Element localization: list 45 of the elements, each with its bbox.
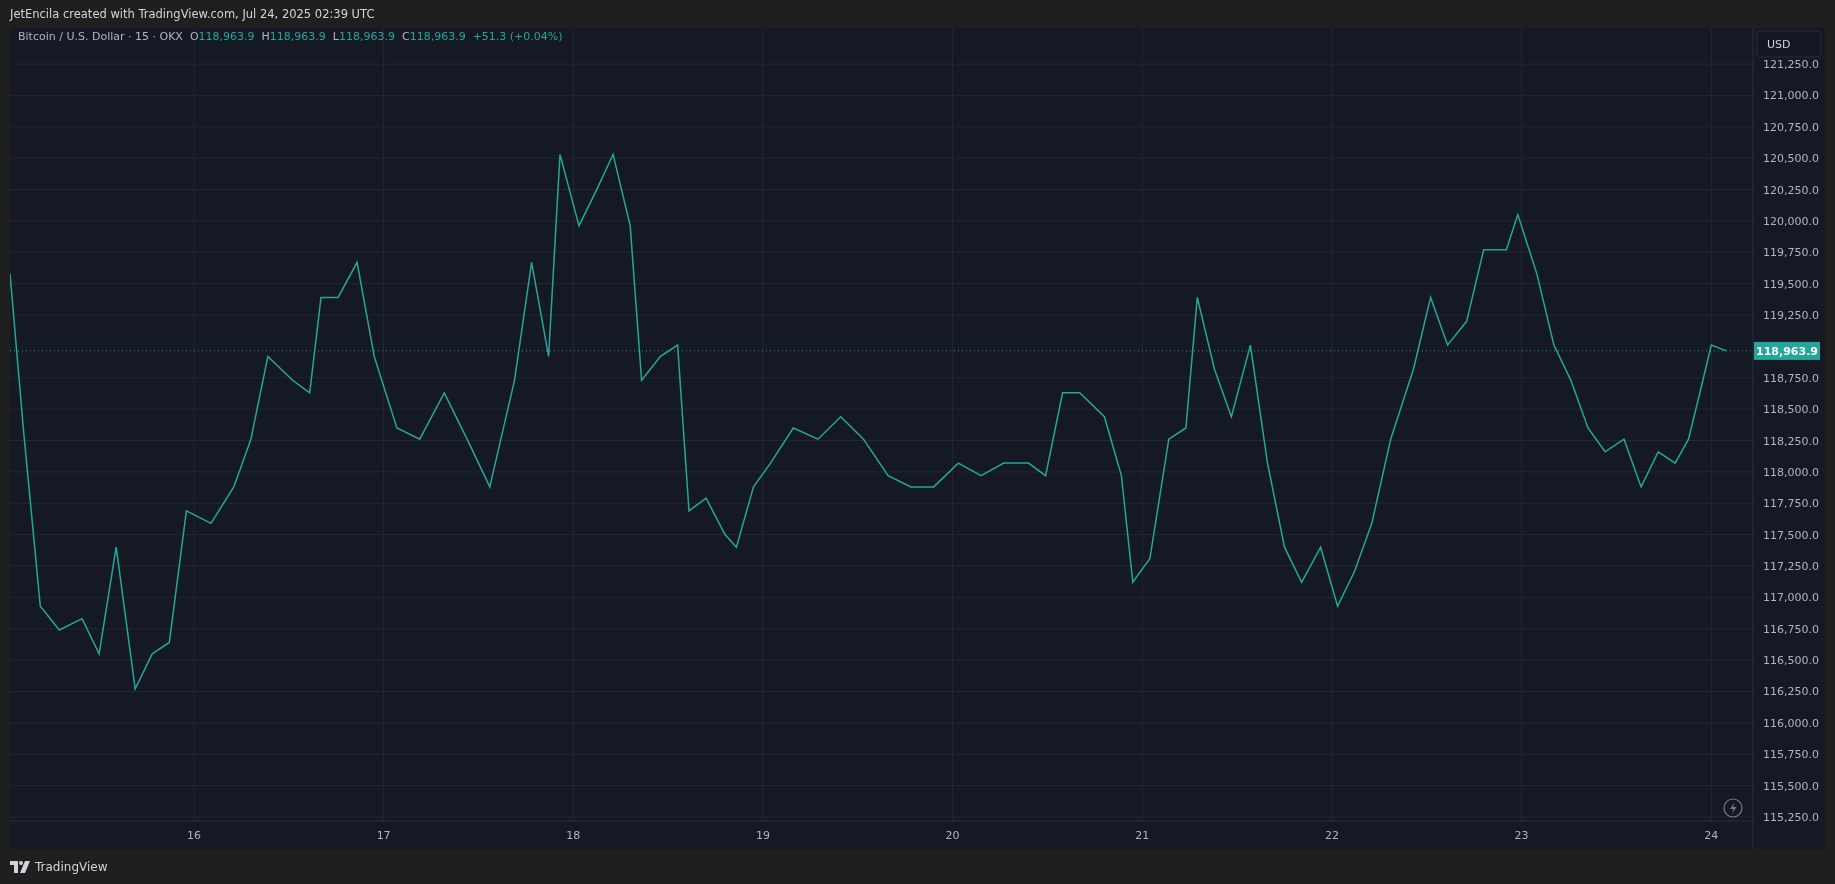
price-change: +51.3 (+0.04%) [472, 30, 563, 43]
price-axis-label: 120,500.0 [1763, 152, 1819, 166]
price-axis-label: 120,250.0 [1763, 183, 1819, 197]
price-axis-label: 121,250.0 [1763, 58, 1819, 71]
price-axis-label: 118,500.0 [1763, 403, 1819, 417]
price-axis-label: 118,750.0 [1763, 371, 1819, 385]
price-axis-label: 117,750.0 [1763, 497, 1819, 511]
price-axis-label: 116,750.0 [1763, 622, 1819, 636]
last-price-tag: 118,963.9 [1754, 341, 1820, 360]
ohlc-reading: H118,963.9 [261, 30, 326, 43]
price-axis-label: 115,750.0 [1763, 748, 1819, 762]
price-axis-label: 118,250.0 [1763, 434, 1819, 448]
time-axis-label: 20 [945, 829, 960, 842]
price-axis-label: 117,000.0 [1763, 591, 1819, 605]
price-axis-label: 116,250.0 [1763, 685, 1819, 699]
price-axis-label: 119,250.0 [1763, 309, 1819, 322]
logo-icon [10, 860, 30, 873]
chart-caption: JetEncila created with TradingView.com, Jul 24, 2025 02:39 UTC [10, 7, 375, 21]
price-axis-label: 116,500.0 [1763, 654, 1819, 668]
time-axis-label: 21 [1135, 829, 1150, 842]
time-axis-label: 24 [1704, 829, 1719, 842]
time-axis-label: 23 [1514, 829, 1529, 842]
time-axis-label: 17 [376, 829, 391, 842]
price-axis-label: 119,500.0 [1763, 277, 1819, 291]
time-axis-label: 18 [566, 829, 581, 842]
brand-name: TradingView [35, 859, 108, 874]
time-axis-label: 16 [186, 829, 201, 842]
ohlc-reading: C118,963.9 [401, 30, 466, 43]
time-axis-label: 22 [1324, 829, 1339, 842]
time-axis-label: 19 [755, 829, 770, 842]
price-axis-label: 116,000.0 [1763, 716, 1819, 730]
price-axis-label: 118,000.0 [1763, 465, 1819, 479]
price-axis-label: 115,500.0 [1763, 779, 1819, 793]
ohlc-reading: O118,963.9 [189, 30, 255, 43]
price-axis-label: 119,750.0 [1763, 246, 1819, 260]
currency-button[interactable]: USD [1756, 30, 1822, 58]
price-axis-label: 115,250.0 [1763, 811, 1819, 824]
price-axis-label: 120,750.0 [1763, 120, 1819, 134]
ohlc-reading: L118,963.9 [332, 30, 395, 43]
price-axis-label: 121,000.0 [1763, 89, 1819, 103]
price-axis-label: 120,000.0 [1763, 214, 1819, 228]
price-axis-label: 117,250.0 [1763, 560, 1819, 573]
lightning-icon[interactable] [1723, 798, 1743, 818]
price-axis-label: 117,500.0 [1763, 528, 1819, 542]
symbol-title: Bitcoin / U.S. Dollar · 15 · OKX [18, 30, 183, 43]
